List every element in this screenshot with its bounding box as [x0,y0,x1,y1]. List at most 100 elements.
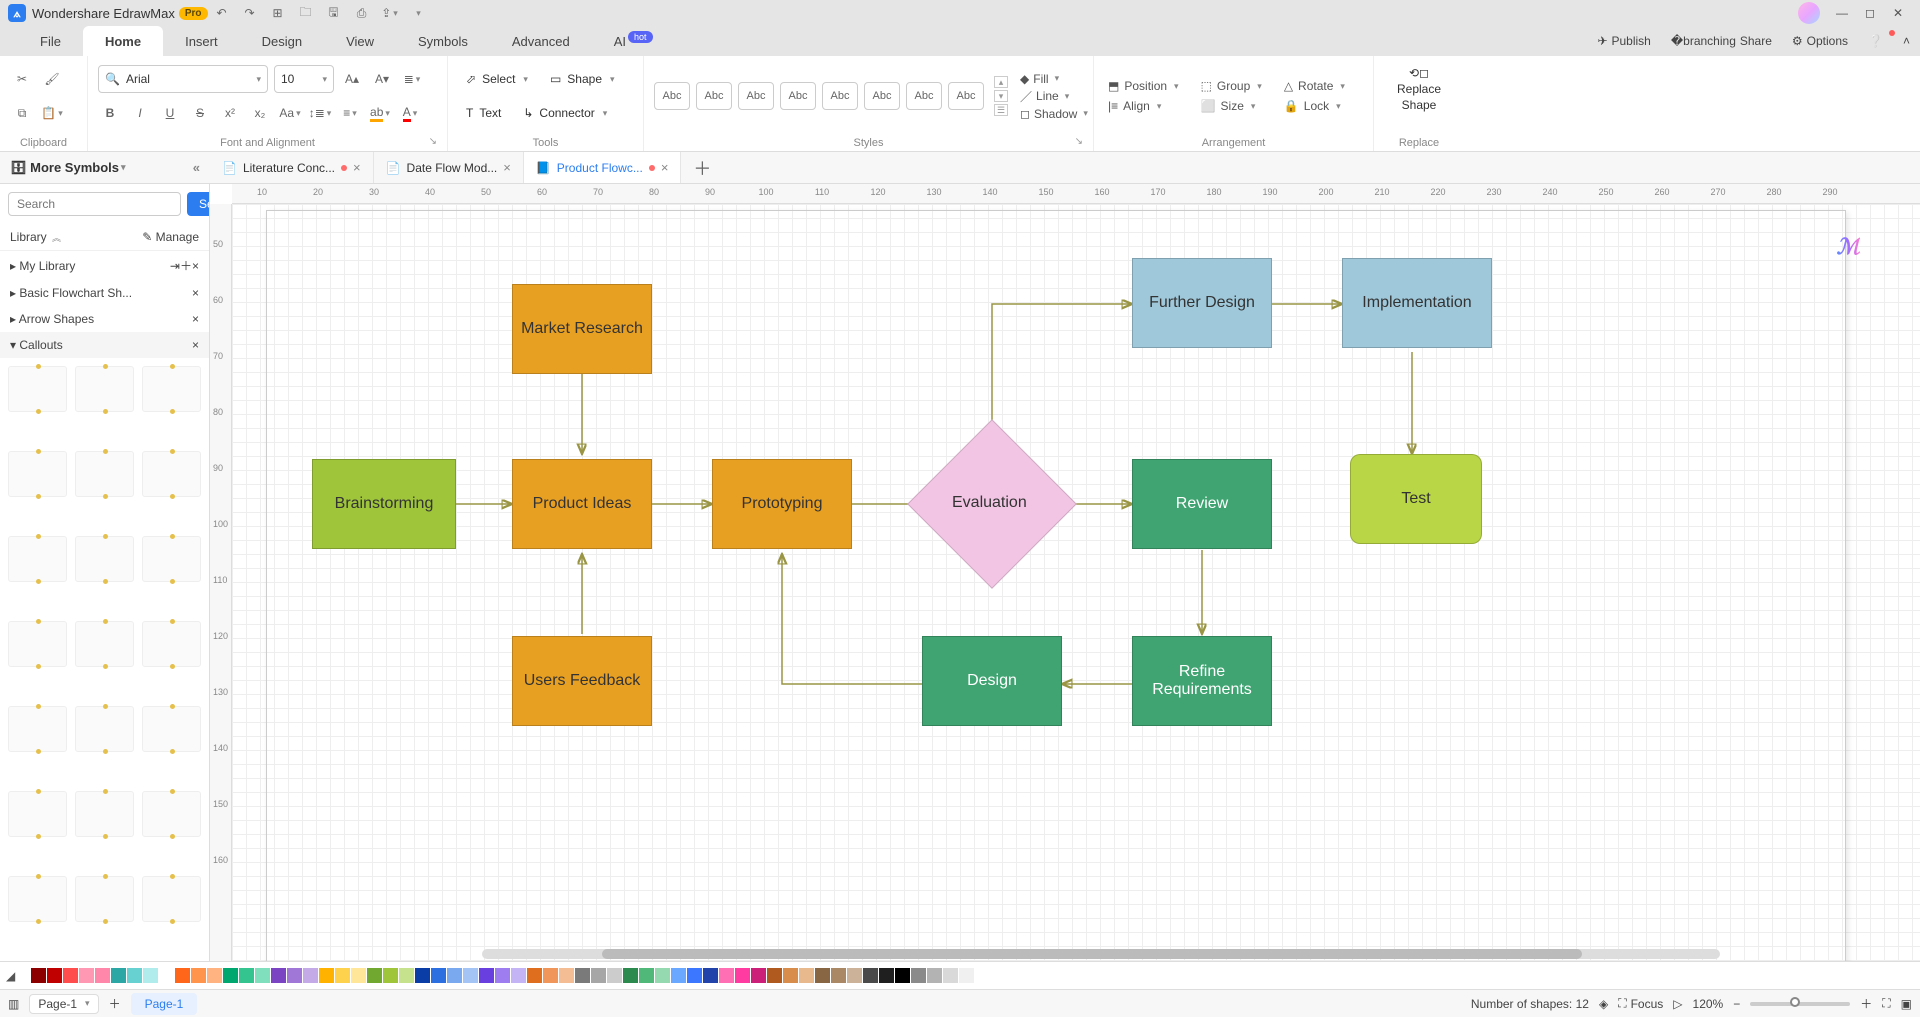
scrollbar-thumb[interactable] [602,949,1582,959]
collapse-sidebar-button[interactable]: « [193,160,200,175]
italic-button[interactable]: I [128,101,152,125]
close-icon[interactable]: × [192,286,199,300]
shape-thumbnail[interactable] [75,706,134,752]
undo-button[interactable]: ↶ [211,2,233,24]
presentation-button[interactable]: ▷ [1673,997,1682,1011]
paste-button[interactable]: 📋▾ [40,101,64,125]
color-swatch[interactable] [719,968,734,983]
style-gallery[interactable]: Abc Abc Abc Abc Abc Abc Abc Abc ▴▾☰ [654,76,1008,116]
color-swatch[interactable] [863,968,878,983]
node-product-ideas[interactable]: Product Ideas [512,459,652,549]
shape-thumbnail[interactable] [8,791,67,837]
color-swatch[interactable] [335,968,350,983]
fit-width-button[interactable]: ▣ [1901,997,1912,1011]
align-obj-button[interactable]: |≡ Align▾ [1104,97,1183,115]
style-swatch[interactable]: Abc [696,82,732,110]
close-tab-button[interactable]: × [661,160,669,175]
format-painter-button[interactable]: 🖌 [40,67,64,91]
close-icon[interactable]: × [192,338,199,352]
color-swatch[interactable] [223,968,238,983]
add-icon[interactable]: ＋ [180,259,192,273]
style-swatch[interactable]: Abc [654,82,690,110]
font-size-select[interactable]: 10▾ [274,65,334,93]
select-tool[interactable]: ⬀ Select▾ [458,65,536,93]
font-select[interactable]: 🔍Arial▾ [98,65,268,93]
node-design[interactable]: Design [922,636,1062,726]
color-swatch[interactable] [239,968,254,983]
color-swatch[interactable] [671,968,686,983]
color-swatch[interactable] [303,968,318,983]
color-swatch[interactable] [687,968,702,983]
shape-thumbnail[interactable] [142,366,201,412]
bold-button[interactable]: B [98,101,122,125]
open-button[interactable]: 🗀 [295,2,317,24]
color-swatch[interactable] [511,968,526,983]
color-swatch[interactable] [95,968,110,983]
menu-symbols[interactable]: Symbols [396,26,490,56]
color-swatch[interactable] [815,968,830,983]
export-button[interactable]: ⇪▾ [379,2,401,24]
menu-ai[interactable]: AIhot [592,26,675,56]
color-swatch[interactable] [895,968,910,983]
node-market-research[interactable]: Market Research [512,284,652,374]
help-button[interactable]: ❔ [1858,26,1893,56]
more-qat-button[interactable]: ▾ [407,2,429,24]
gallery-down[interactable]: ▾ [994,90,1008,102]
bullets-button[interactable]: ≡▾ [338,101,362,125]
color-swatch[interactable] [383,968,398,983]
menu-home[interactable]: Home [83,26,163,56]
color-swatch[interactable] [783,968,798,983]
color-swatch[interactable] [767,968,782,983]
remove-icon[interactable]: × [192,259,199,273]
menu-design[interactable]: Design [240,26,324,56]
spacing-button[interactable]: ↕≣▾ [308,101,332,125]
node-prototyping[interactable]: Prototyping [712,459,852,549]
color-swatch[interactable] [911,968,926,983]
color-swatch[interactable] [255,968,270,983]
close-tab-button[interactable]: × [503,160,511,175]
node-test[interactable]: Test [1350,454,1482,544]
shape-thumbnail[interactable] [142,536,201,582]
underline-button[interactable]: U [158,101,182,125]
lib-group[interactable]: ▾ Callouts× [0,332,209,358]
color-swatch[interactable] [463,968,478,983]
options-button[interactable]: ⚙ Options [1782,26,1858,56]
page-picker[interactable]: Page-1 ▾ [29,994,98,1014]
search-button[interactable]: Search [187,192,210,216]
color-swatch[interactable] [495,968,510,983]
node-users-feedback[interactable]: Users Feedback [512,636,652,726]
color-swatch[interactable] [319,968,334,983]
color-swatch[interactable] [367,968,382,983]
color-swatch[interactable] [111,968,126,983]
shape-thumbnail[interactable] [8,876,67,922]
my-library-group[interactable]: ▸ My Library⇥＋× [0,251,209,280]
color-swatch[interactable] [655,968,670,983]
menu-file[interactable]: File [18,26,83,56]
style-swatch[interactable]: Abc [864,82,900,110]
highlight-button[interactable]: ab▾ [368,101,392,125]
gallery-up[interactable]: ▴ [994,76,1008,88]
node-review[interactable]: Review [1132,459,1272,549]
color-swatch[interactable] [559,968,574,983]
color-swatch[interactable] [479,968,494,983]
shape-thumbnail[interactable] [8,706,67,752]
collapse-ribbon-button[interactable]: ˄ [1893,26,1920,56]
doc-tab[interactable]: 📄 Literature Conc...× [210,152,374,183]
cut-button[interactable]: ✂ [10,67,34,91]
shape-thumbnail[interactable] [142,706,201,752]
color-swatch[interactable] [575,968,590,983]
print-button[interactable]: ⎙ [351,2,373,24]
lock-button[interactable]: 🔒 Lock▾ [1280,97,1349,115]
save-button[interactable]: 🖫 [323,2,345,24]
shadow-button[interactable]: ◻ Shadow▾ [1016,107,1092,121]
color-swatch[interactable] [959,968,974,983]
color-swatch[interactable] [879,968,894,983]
horizontal-scrollbar[interactable] [482,949,1720,959]
case-button[interactable]: Aa▾ [278,101,302,125]
color-swatch[interactable] [159,968,174,983]
color-swatch[interactable] [47,968,62,983]
color-swatch[interactable] [735,968,750,983]
color-swatch[interactable] [79,968,94,983]
redo-button[interactable]: ↷ [239,2,261,24]
color-swatch[interactable] [799,968,814,983]
